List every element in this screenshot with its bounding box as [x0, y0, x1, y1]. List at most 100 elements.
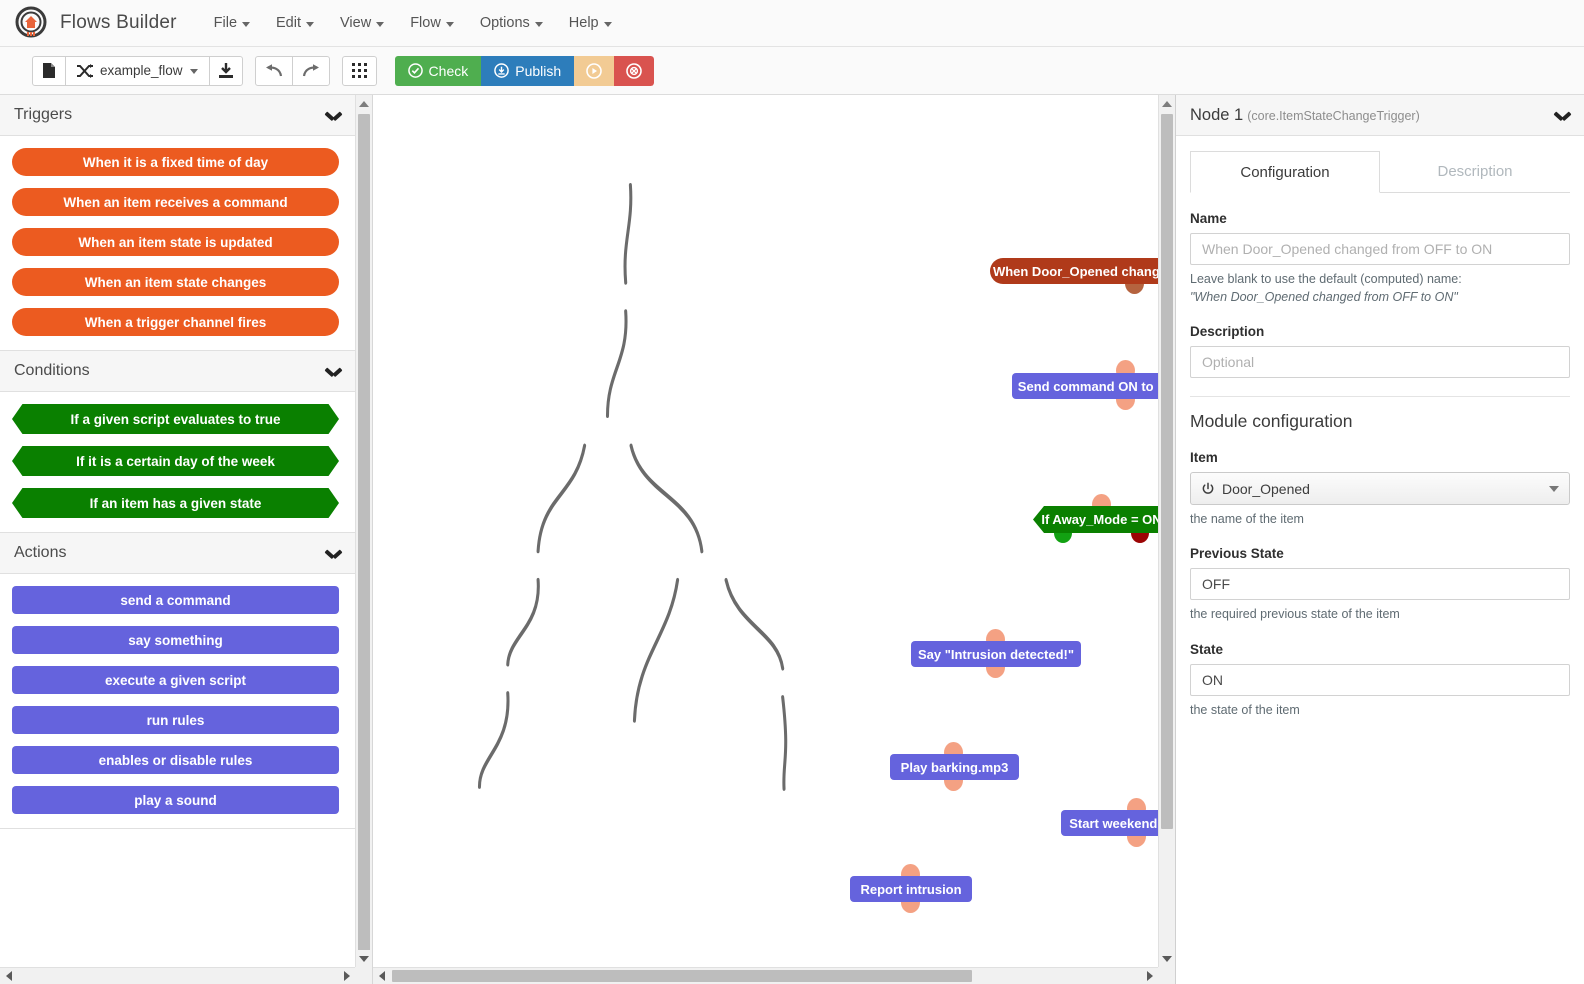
palette-item-action-1[interactable]: say something [12, 626, 339, 654]
download-circle-icon [494, 63, 510, 78]
menu-options[interactable]: Options [471, 11, 552, 35]
run-button[interactable] [574, 55, 615, 86]
download-icon [218, 62, 233, 78]
palette-item-action-0[interactable]: send a command [12, 586, 339, 614]
menu-options-label: Options [479, 15, 530, 31]
flow-node-action-send-command[interactable]: Send command ON to Patio_Lights [1012, 373, 1158, 399]
redo-button[interactable] [291, 55, 330, 86]
scroll-up-arrow-icon[interactable] [356, 95, 372, 112]
palette-item-trigger-3[interactable]: When an item state changes [12, 268, 339, 296]
scroll-down-arrow-icon[interactable] [356, 950, 372, 967]
sidebar-vertical-scrollbar[interactable] [355, 95, 372, 967]
description-input[interactable] [1190, 346, 1570, 379]
palette-item-trigger-4[interactable]: When a trigger channel fires [12, 308, 339, 336]
palette-item-trigger-0[interactable]: When it is a fixed time of day [12, 148, 339, 176]
flow-node-label: Say "Intrusion detected!" [917, 646, 1075, 662]
toolbar-run-group: Check Publish [394, 55, 655, 86]
canvas-vscroll-thumb[interactable] [1161, 114, 1173, 829]
undo-arrow-icon [265, 63, 282, 76]
node-inspector-tabs: Configuration Description [1190, 150, 1570, 193]
power-icon [1202, 482, 1214, 494]
chevron-down-icon[interactable] [1555, 111, 1570, 120]
flow-node-action-say-intrusion[interactable]: Say "Intrusion detected!" [911, 641, 1081, 667]
caret-down-icon [534, 21, 543, 27]
palette-section-conditions-header[interactable]: Conditions [0, 351, 355, 392]
stop-button[interactable] [614, 55, 655, 86]
flow-node-action-play-barking[interactable]: Play barking.mp3 [890, 754, 1019, 780]
palette-section-conditions-title: Conditions [14, 362, 90, 379]
palette-item-condition-2[interactable]: If an item has a given state [12, 488, 339, 518]
flow-canvas[interactable]: When Door_Opened changed from OFF to ON … [373, 95, 1158, 967]
chevron-down-icon[interactable] [326, 549, 341, 558]
section-divider [1190, 396, 1570, 398]
palette-item-condition-0[interactable]: If a given script evaluates to true [12, 404, 339, 434]
palette-item-condition-1[interactable]: If it is a certain day of the week [12, 446, 339, 476]
name-helper-line1: Leave blank to use the default (computed… [1190, 272, 1462, 286]
flow-node-label: When Door_Opened changed from OFF to ON [992, 263, 1158, 279]
palette-section-triggers-body: When it is a fixed time of day When an i… [0, 136, 355, 350]
undo-button[interactable] [254, 55, 293, 86]
toolbar-history-group [254, 55, 330, 86]
flow-node-trigger[interactable]: When Door_Opened changed from OFF to ON [990, 258, 1158, 284]
download-flow-button[interactable] [208, 55, 243, 86]
chevron-down-icon [1549, 485, 1559, 492]
scroll-right-arrow-icon[interactable] [1141, 968, 1158, 984]
item-select[interactable]: Door_Opened [1190, 472, 1570, 506]
check-circle-icon [407, 63, 423, 78]
flow-node-condition-away-mode[interactable]: If Away_Mode = ON [1033, 506, 1158, 533]
menu-help-label: Help [568, 15, 599, 31]
sidebar-horizontal-scrollbar[interactable] [0, 967, 355, 984]
flow-node-label: Send command ON to Patio_Lights [1017, 378, 1158, 394]
palette-item-trigger-1[interactable]: When an item receives a command [12, 188, 339, 216]
menu-file-label: File [213, 15, 238, 31]
menu-view-label: View [340, 15, 372, 31]
menu-view[interactable]: View [331, 11, 393, 35]
menu-edit[interactable]: Edit [267, 11, 323, 35]
sidebar-vscroll-thumb[interactable] [358, 114, 370, 954]
check-label: Check [428, 62, 469, 79]
palette-section-actions-body: send a command say something execute a g… [0, 574, 355, 828]
scroll-right-arrow-icon[interactable] [338, 968, 355, 984]
flow-name-dropdown[interactable]: example_flow [65, 55, 210, 86]
flow-node-action-weekend-playlist[interactable]: Start weekend playlist [1061, 810, 1158, 836]
grid-layout-button[interactable] [341, 55, 377, 86]
menu-file[interactable]: File [205, 11, 259, 35]
flow-name-label: example_flow [100, 63, 183, 78]
tab-configuration[interactable]: Configuration [1190, 151, 1380, 193]
scroll-left-arrow-icon[interactable] [373, 968, 390, 984]
scroll-down-arrow-icon[interactable] [1159, 950, 1175, 967]
node-inspector-body: Configuration Description Name Leave bla… [1176, 136, 1584, 984]
palette-item-action-3[interactable]: run rules [12, 706, 339, 734]
menu-flow[interactable]: Flow [401, 11, 463, 35]
palette-item-action-4[interactable]: enables or disable rules [12, 746, 339, 774]
scroll-left-arrow-icon[interactable] [0, 968, 17, 984]
canvas-scroll-corner [1158, 967, 1175, 984]
previous-state-input[interactable] [1190, 568, 1570, 601]
menu-help[interactable]: Help [560, 11, 621, 35]
canvas-horizontal-scrollbar[interactable] [373, 967, 1158, 984]
shuffle-icon [77, 63, 93, 78]
canvas-vertical-scrollbar[interactable] [1158, 95, 1175, 967]
file-icon [43, 63, 55, 78]
menu-edit-label: Edit [276, 15, 302, 31]
state-input[interactable] [1190, 663, 1570, 696]
flow-node-action-report-intrusion[interactable]: Report intrusion [850, 876, 972, 902]
tab-description[interactable]: Description [1380, 150, 1570, 192]
chevron-down-icon[interactable] [326, 367, 341, 376]
scroll-up-arrow-icon[interactable] [1159, 95, 1175, 112]
palette-section-actions-header[interactable]: Actions [0, 533, 355, 574]
palette-item-action-2[interactable]: execute a given script [12, 666, 339, 694]
node-title-text: Node 1 [1190, 105, 1244, 124]
check-button[interactable]: Check [394, 55, 482, 86]
palette-item-action-5[interactable]: play a sound [12, 786, 339, 814]
chevron-down-icon[interactable] [326, 111, 341, 120]
new-flow-button[interactable] [32, 55, 66, 86]
name-input[interactable] [1190, 233, 1570, 265]
flow-node-label: Report intrusion [860, 881, 962, 897]
app-logo-icon [14, 6, 48, 40]
palette-item-trigger-2[interactable]: When an item state is updated [12, 228, 339, 256]
publish-button[interactable]: Publish [481, 55, 575, 86]
sidebar-scroll-corner [355, 967, 372, 984]
canvas-hscroll-thumb[interactable] [392, 970, 972, 982]
palette-section-triggers-header[interactable]: Triggers [0, 95, 355, 136]
